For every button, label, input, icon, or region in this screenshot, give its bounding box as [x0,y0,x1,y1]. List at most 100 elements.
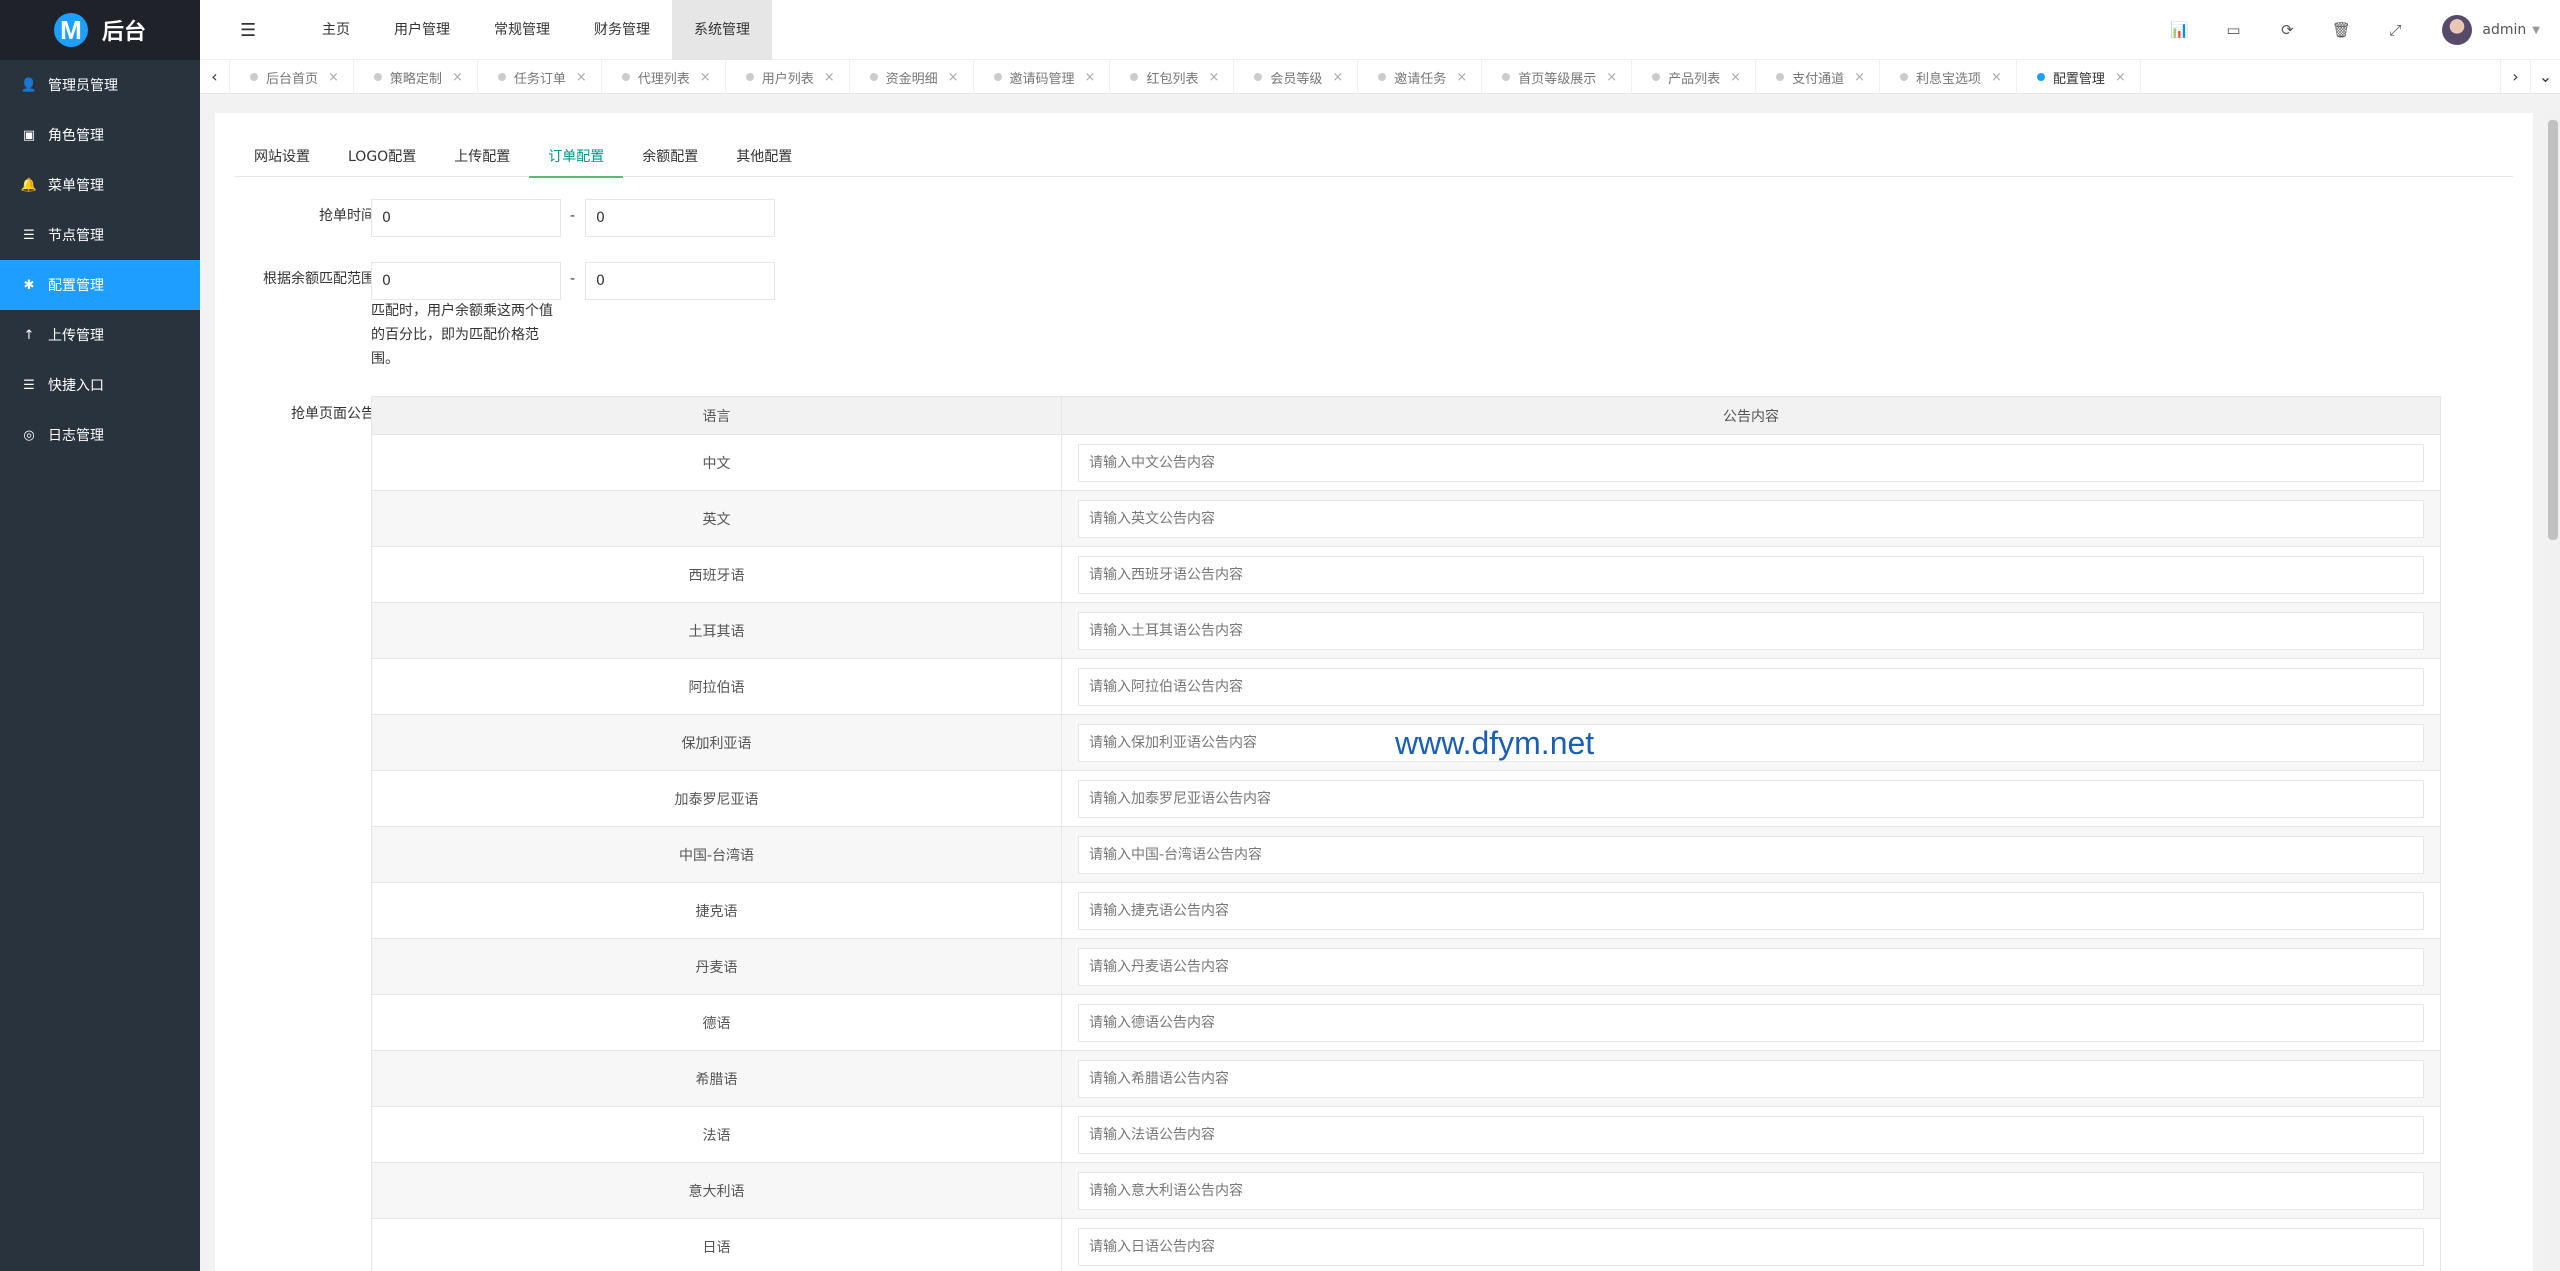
page-tab[interactable]: 配置管理 × [2017,60,2141,94]
close-icon[interactable]: × [1606,70,1617,85]
announcement-input[interactable] [1078,947,2424,986]
page-tab[interactable]: 策略定制 × [354,60,478,94]
announcement-input[interactable] [1078,443,2424,482]
content-cell [1061,658,2441,715]
sidebar-item-label: 配置管理 [48,278,104,294]
close-icon[interactable]: × [2115,70,2126,85]
announcement-input[interactable] [1078,723,2424,762]
top-menu-item[interactable]: 系统管理 [672,0,772,60]
sidebar-item-1[interactable]: ▣ 角色管理 [0,110,200,160]
config-subtab[interactable]: LOGO配置 [329,137,435,177]
announcement-input[interactable] [1078,1227,2424,1266]
col-language: 语言 [371,396,1062,435]
top-menu-item[interactable]: 主页 [300,0,372,60]
balance-range-from-input[interactable] [371,262,561,300]
close-icon[interactable]: × [1208,70,1219,85]
page-tab[interactable]: 利息宝选项 × [1880,60,2017,94]
announcement-input[interactable] [1078,555,2424,594]
close-icon[interactable]: × [1332,70,1343,85]
page-tab[interactable]: 会员等级 × [1234,60,1359,94]
tab-label: 首页等级展示 [1518,71,1597,87]
close-icon[interactable]: × [1085,70,1096,85]
announcement-input[interactable] [1078,667,2424,706]
tab-label: 邀请码管理 [1009,71,1075,87]
config-subtab[interactable]: 其他配置 [717,137,811,177]
content-cell [1061,1050,2441,1107]
sidebar-item-5[interactable]: ↑ 上传管理 [0,310,200,360]
announcement-input[interactable] [1078,1115,2424,1154]
chart-icon[interactable]: 📊 [2152,21,2206,39]
close-icon[interactable]: × [948,70,959,85]
config-subtab[interactable]: 余额配置 [623,137,717,177]
tabs-scroll-right-icon[interactable]: › [2500,60,2530,94]
page-tab[interactable]: 用户列表 × [726,60,850,94]
trash-icon[interactable]: 🗑 [2314,21,2368,39]
close-icon[interactable]: × [328,70,339,85]
announcement-input[interactable] [1078,779,2424,818]
content-cell [1061,1162,2441,1219]
page-scrollbar[interactable] [2546,110,2560,1271]
page-tab[interactable]: 支付通道 × [1756,60,1880,94]
close-icon[interactable]: × [1730,70,1741,85]
user-menu[interactable]: admin ▼ [2442,15,2540,45]
announcement-input[interactable] [1078,1003,2424,1042]
config-subtab[interactable]: 网站设置 [235,137,329,177]
page-tab[interactable]: 红包列表 × [1110,60,1235,94]
close-icon[interactable]: × [1456,70,1467,85]
announcement-input[interactable] [1078,1059,2424,1098]
announcement-input[interactable] [1078,611,2424,650]
content-cell [1061,1218,2441,1271]
tab-status-dot [2036,73,2045,81]
menu-toggle-icon[interactable]: ☰ [240,20,256,41]
tab-label: 红包列表 [1146,71,1199,87]
content-cell [1061,770,2441,827]
grab-time-from-input[interactable] [371,199,561,237]
config-subtab[interactable]: 订单配置 [529,137,624,178]
top-menu-item[interactable]: 财务管理 [572,0,672,60]
page-tab[interactable]: 邀请码管理 × [974,60,1111,94]
scrollbar-thumb[interactable] [2548,120,2558,540]
card-icon[interactable]: ▭ [2206,21,2260,39]
top-menu-item[interactable]: 用户管理 [372,0,472,60]
role-icon: ▣ [22,127,36,143]
tab-status-dot [1130,73,1139,81]
page-tab[interactable]: 后台首页 × [230,60,354,94]
fullscreen-icon[interactable]: ⤢ [2368,21,2422,39]
announcement-input[interactable] [1078,891,2424,930]
tabs-scroll-left-icon[interactable]: ‹ [200,60,230,94]
announcement-input[interactable] [1078,1171,2424,1210]
announcement-input[interactable] [1078,835,2424,874]
sidebar-item-3[interactable]: ☰ 节点管理 [0,210,200,260]
announcement-input[interactable] [1078,499,2424,538]
sidebar-nav: 👤 管理员管理 ▣ 角色管理 🔔 菜单管理 ☰ 节点管理 ✱ 配置管理 ↑ 上传管理 ☰ 快捷入口 ◎ 日志管… [0,60,200,460]
page-tab[interactable]: 首页等级展示 × [1482,60,1633,94]
table-header-row: 语言 公告内容 [371,396,2441,435]
page-tab[interactable]: 邀请任务 × [1358,60,1483,94]
sidebar-item-7[interactable]: ◎ 日志管理 [0,410,200,460]
close-icon[interactable]: × [1991,70,2002,85]
language-cell: 中国-台湾语 [371,826,1062,883]
sidebar-item-label: 管理员管理 [48,78,118,94]
page-tab[interactable]: 产品列表 × [1632,60,1757,94]
config-subtab[interactable]: 上传配置 [435,137,529,177]
sidebar-item-0[interactable]: 👤 管理员管理 [0,60,200,110]
top-menu-item[interactable]: 常规管理 [472,0,572,60]
logo[interactable]: M 后台 [0,0,200,60]
page-tab[interactable]: 任务订单 × [478,60,602,94]
sidebar-item-6[interactable]: ☰ 快捷入口 [0,360,200,410]
close-icon[interactable]: × [1854,70,1865,85]
close-icon[interactable]: × [452,70,463,85]
balance-range-to-input[interactable] [585,262,775,300]
grab-time-to-input[interactable] [585,199,775,237]
sidebar-item-4[interactable]: ✱ 配置管理 [0,260,200,310]
announcement-table: 语言 公告内容 中文英文西班牙语土耳其语阿拉伯语保加利亚语加泰罗尼亚语中国-台湾… [371,396,2441,1271]
tabs-menu-chevron-icon[interactable]: ⌄ [2530,60,2560,94]
refresh-icon[interactable]: ⟳ [2260,21,2314,39]
close-icon[interactable]: × [824,70,835,85]
language-cell: 法语 [371,1106,1062,1163]
sidebar-item-2[interactable]: 🔔 菜单管理 [0,160,200,210]
close-icon[interactable]: × [576,70,587,85]
close-icon[interactable]: × [700,70,711,85]
page-tab[interactable]: 资金明细 × [850,60,974,94]
page-tab[interactable]: 代理列表 × [602,60,726,94]
